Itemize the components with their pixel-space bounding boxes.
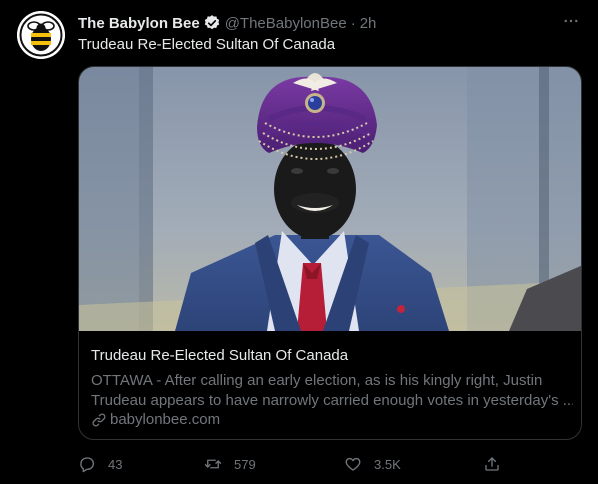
card-domain-text: babylonbee.com xyxy=(110,411,221,428)
link-icon xyxy=(92,413,106,426)
avatar[interactable] xyxy=(17,11,65,59)
article-photo xyxy=(79,67,581,331)
tweet[interactable]: The Babylon Bee @TheBabylonBee · 2h Trud… xyxy=(0,0,598,484)
tweet-actions: 43 579 3.5K xyxy=(78,452,508,476)
share-button[interactable] xyxy=(483,452,501,476)
reply-icon xyxy=(80,457,94,473)
retweet-count: 579 xyxy=(234,456,256,472)
card-domain: babylonbee.com xyxy=(91,411,220,428)
card-title: Trudeau Re-Elected Sultan Of Canada xyxy=(91,347,349,364)
tweet-text: Trudeau Re-Elected Sultan Of Canada xyxy=(78,36,336,53)
share-icon xyxy=(485,457,499,471)
tweet-timestamp[interactable]: 2h xyxy=(360,15,377,32)
retweet-icon xyxy=(204,459,222,469)
separator-dot: · xyxy=(350,14,356,32)
more-icon[interactable] xyxy=(558,10,584,32)
verified-badge-icon xyxy=(203,14,221,32)
link-card[interactable]: Trudeau Re-Elected Sultan Of Canada OTTA… xyxy=(78,66,582,440)
tweet-header: The Babylon Bee @TheBabylonBee · 2h xyxy=(78,12,376,34)
card-image[interactable] xyxy=(79,67,581,331)
author-name[interactable]: The Babylon Bee xyxy=(78,15,200,32)
retweet-button[interactable]: 579 xyxy=(204,452,256,476)
card-description-line: OTTAWA - After calling an early election… xyxy=(91,372,543,389)
like-count: 3.5K xyxy=(374,456,401,472)
author-handle[interactable]: @TheBabylonBee xyxy=(225,15,347,32)
reply-button[interactable]: 43 xyxy=(78,452,122,476)
like-icon xyxy=(345,457,361,471)
card-description-line: Trudeau appears to have narrowly carried… xyxy=(91,392,573,409)
babylon-bee-logo-icon xyxy=(17,11,65,59)
card-description: OTTAWA - After calling an early election… xyxy=(91,371,573,411)
reply-count: 43 xyxy=(108,456,123,472)
like-button[interactable]: 3.5K xyxy=(344,452,401,476)
